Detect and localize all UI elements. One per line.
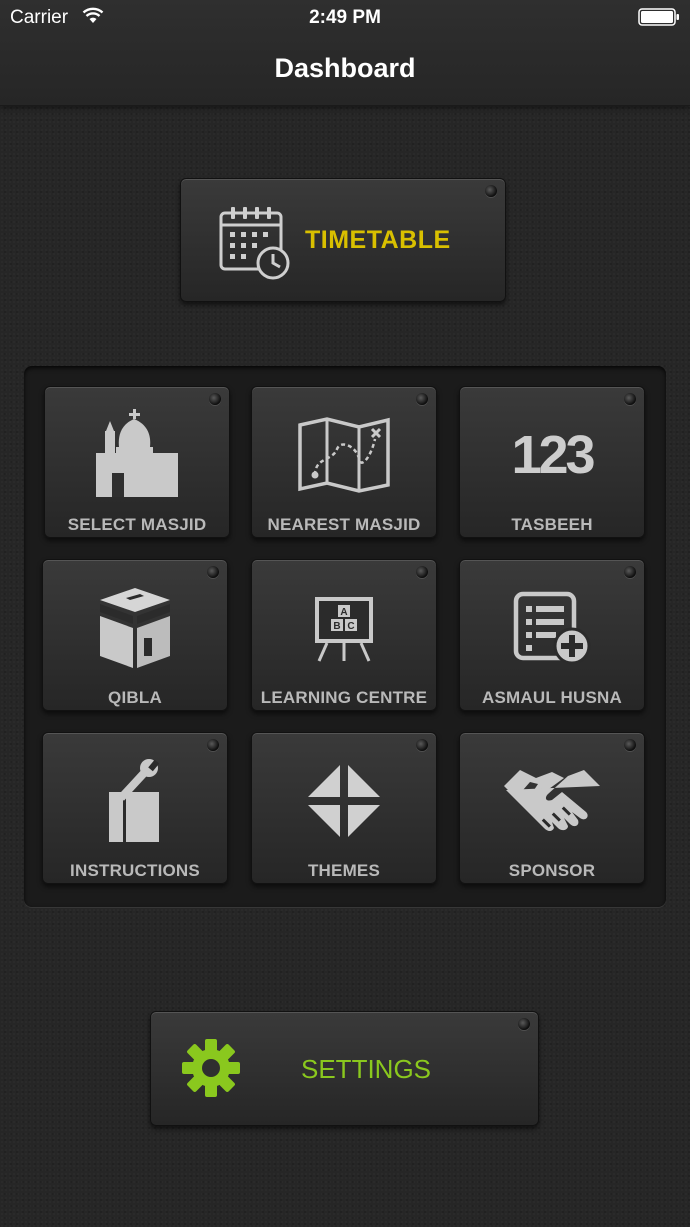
sponsor-label: SPONSOR: [508, 861, 596, 880]
chalkboard-letter-a: A: [340, 607, 347, 618]
instructions-button[interactable]: INSTRUCTIONS: [42, 732, 228, 884]
select-masjid-label: SELECT MASJID: [67, 515, 207, 534]
calendar-clock-icon: [219, 207, 290, 280]
wrench-document-icon: [109, 759, 160, 842]
tasbeeh-label: TASBEEH: [511, 515, 593, 534]
kaaba-icon: [100, 588, 170, 668]
page-title: Dashboard: [274, 53, 416, 83]
status-bar: Carrier 2:49 PM: [0, 0, 690, 36]
map-icon: [298, 417, 390, 493]
qibla-label: QIBLA: [108, 688, 162, 707]
settings-button[interactable]: SETTINGS: [150, 1011, 539, 1126]
screw-icon: [624, 566, 636, 578]
screw-icon: [416, 566, 428, 578]
screw-icon: [518, 1018, 530, 1030]
select-masjid-button[interactable]: SELECT MASJID: [44, 386, 230, 538]
learning-centre-label: LEARNING CENTRE: [260, 688, 428, 707]
qibla-button[interactable]: QIBLA: [42, 559, 228, 711]
list-add-icon: [513, 591, 591, 665]
menu-grid: SELECT MASJID NEAREST MASJID 123 TASBEEH: [24, 366, 666, 907]
asmaul-husna-button[interactable]: ASMAUL HUSNA: [459, 559, 645, 711]
quadrant-arrows-icon: [308, 765, 380, 837]
chalkboard-letter-b: B: [333, 621, 340, 632]
gear-icon: [182, 1039, 240, 1097]
settings-label: SETTINGS: [301, 1054, 432, 1084]
status-time: 2:49 PM: [309, 7, 381, 28]
screw-icon: [485, 185, 497, 197]
nearest-masjid-button[interactable]: NEAREST MASJID: [251, 386, 437, 538]
themes-button[interactable]: THEMES: [251, 732, 437, 884]
chalkboard-letter-c: C: [347, 621, 354, 632]
counter-123-icon: 123: [511, 425, 595, 485]
screw-icon: [624, 739, 636, 751]
screw-icon: [207, 566, 219, 578]
navigation-bar: Carrier 2:49 PM Dashboard: [0, 0, 690, 106]
screw-icon: [624, 393, 636, 405]
themes-label: THEMES: [307, 861, 381, 880]
handshake-icon: [504, 770, 600, 831]
screw-icon: [209, 393, 221, 405]
battery-icon: [638, 8, 679, 26]
nearest-masjid-label: NEAREST MASJID: [267, 515, 421, 534]
instructions-label: INSTRUCTIONS: [70, 861, 200, 880]
timetable-button[interactable]: TIMETABLE: [180, 178, 506, 302]
asmaul-husna-label: ASMAUL HUSNA: [482, 688, 622, 707]
timetable-label: TIMETABLE: [305, 226, 451, 254]
screw-icon: [416, 393, 428, 405]
sponsor-button[interactable]: SPONSOR: [459, 732, 645, 884]
screw-icon: [207, 739, 219, 751]
screw-icon: [416, 739, 428, 751]
learning-centre-button[interactable]: A B C LEARNING CENTRE: [251, 559, 437, 711]
mosque-icon: [96, 409, 178, 497]
chalkboard-icon: A B C: [315, 597, 373, 662]
tasbeeh-button[interactable]: 123 TASBEEH: [459, 386, 645, 538]
